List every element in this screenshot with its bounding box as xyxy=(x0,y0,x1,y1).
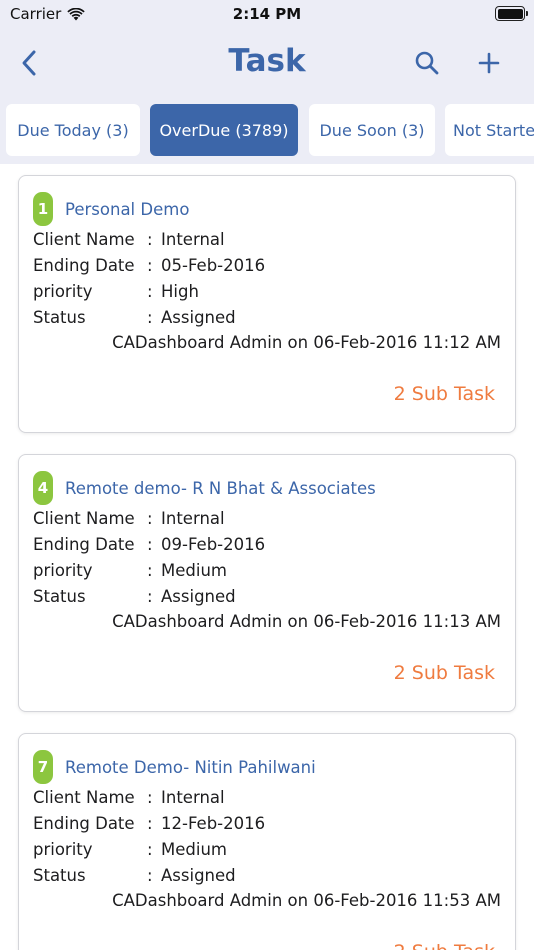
tab-due-soon[interactable]: Due Soon (3) xyxy=(309,104,435,156)
client-value: Internal xyxy=(161,788,225,807)
task-card[interactable]: 7 Remote Demo- Nitin Pahilwani Client Na… xyxy=(18,733,516,950)
ending-value: 09-Feb-2016 xyxy=(161,535,266,554)
task-number-badge: 4 xyxy=(33,471,53,505)
task-card[interactable]: 1 Personal Demo Client Name : Internal E… xyxy=(18,175,516,433)
plus-icon xyxy=(478,52,500,74)
page-title: Task xyxy=(228,43,306,79)
ending-label: Ending Date xyxy=(33,256,135,275)
filter-tabs: Due Today (3) OverDue (3789) Due Soon (3… xyxy=(0,98,534,164)
status-value: Assigned xyxy=(161,587,236,606)
ending-label: Ending Date xyxy=(33,814,135,833)
task-number-badge: 7 xyxy=(33,750,53,784)
status-value: Assigned xyxy=(161,866,236,885)
task-title[interactable]: Remote Demo- Nitin Pahilwani xyxy=(65,758,316,777)
task-number-badge: 1 xyxy=(33,192,53,226)
separator: : xyxy=(147,256,153,275)
client-label: Client Name xyxy=(33,509,135,528)
separator: : xyxy=(147,308,153,327)
separator: : xyxy=(147,587,153,606)
tab-not-started[interactable]: Not Started xyxy=(445,104,534,156)
status-value: Assigned xyxy=(161,308,236,327)
separator: : xyxy=(147,840,153,859)
sub-task-link[interactable]: 2 Sub Task xyxy=(394,941,495,950)
search-icon xyxy=(415,51,439,75)
priority-value: High xyxy=(161,282,199,301)
clock: 2:14 PM xyxy=(232,5,302,23)
priority-label: priority xyxy=(33,282,93,301)
task-header: 1 Personal Demo xyxy=(33,192,189,226)
tab-overdue[interactable]: OverDue (3789) xyxy=(150,104,298,156)
add-task-button[interactable] xyxy=(474,48,504,78)
separator: : xyxy=(147,509,153,528)
status-bar: Carrier 2:14 PM xyxy=(0,0,534,28)
status-label: Status xyxy=(33,308,86,327)
task-header: 4 Remote demo- R N Bhat & Associates xyxy=(33,471,376,505)
separator: : xyxy=(147,814,153,833)
ending-value: 12-Feb-2016 xyxy=(161,814,266,833)
priority-value: Medium xyxy=(161,840,227,859)
status-label: Status xyxy=(33,866,86,885)
task-list: 1 Personal Demo Client Name : Internal E… xyxy=(0,164,534,950)
separator: : xyxy=(147,561,153,580)
client-value: Internal xyxy=(161,230,225,249)
client-value: Internal xyxy=(161,509,225,528)
separator: : xyxy=(147,866,153,885)
task-title[interactable]: Remote demo- R N Bhat & Associates xyxy=(65,479,376,498)
status-label: Status xyxy=(33,587,86,606)
priority-value: Medium xyxy=(161,561,227,580)
ending-label: Ending Date xyxy=(33,535,135,554)
separator: : xyxy=(147,230,153,249)
created-by-info: CADashboard Admin on 06-Feb-2016 11:53 A… xyxy=(112,891,501,910)
battery-icon xyxy=(495,6,528,21)
sub-task-link[interactable]: 2 Sub Task xyxy=(394,383,495,405)
separator: : xyxy=(147,282,153,301)
tab-due-today[interactable]: Due Today (3) xyxy=(6,104,140,156)
task-header: 7 Remote Demo- Nitin Pahilwani xyxy=(33,750,316,784)
task-title[interactable]: Personal Demo xyxy=(65,200,189,219)
separator: : xyxy=(147,535,153,554)
separator: : xyxy=(147,788,153,807)
search-button[interactable] xyxy=(412,48,442,78)
client-label: Client Name xyxy=(33,788,135,807)
nav-bar: Task xyxy=(0,28,534,98)
created-by-info: CADashboard Admin on 06-Feb-2016 11:13 A… xyxy=(112,612,501,631)
priority-label: priority xyxy=(33,840,93,859)
created-by-info: CADashboard Admin on 06-Feb-2016 11:12 A… xyxy=(112,333,501,352)
ending-value: 05-Feb-2016 xyxy=(161,256,266,275)
priority-label: priority xyxy=(33,561,93,580)
client-label: Client Name xyxy=(33,230,135,249)
task-card[interactable]: 4 Remote demo- R N Bhat & Associates Cli… xyxy=(18,454,516,712)
sub-task-link[interactable]: 2 Sub Task xyxy=(394,662,495,684)
